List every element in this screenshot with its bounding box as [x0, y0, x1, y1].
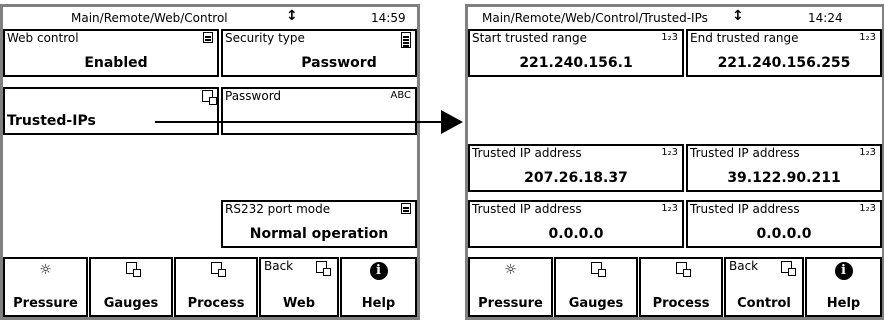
- button-label: Control: [737, 296, 791, 311]
- list-icon: [203, 32, 213, 46]
- process-button[interactable]: Process: [639, 257, 723, 317]
- field-label: Security type: [225, 31, 305, 45]
- back-label: Back: [264, 259, 294, 273]
- trusted-ip-address-field-3[interactable]: Trusted IP address 1₂3 0.0.0.0: [468, 200, 684, 248]
- field-value: Trusted-IPs: [7, 113, 96, 129]
- field-value: Enabled: [84, 55, 148, 71]
- breadcrumb: Main/Remote/Web/Control: [71, 11, 228, 25]
- trusted-ip-address-field-4[interactable]: Trusted IP address 1₂3 0.0.0.0: [686, 200, 882, 248]
- field-label: Trusted IP address: [690, 146, 800, 160]
- process-icon: [176, 262, 256, 278]
- list-icon: [401, 32, 411, 51]
- header-bar: Main/Remote/Web/Control/Trusted-IPs ↕ 14…: [468, 7, 882, 29]
- gauges-icon: [91, 262, 171, 278]
- field-value: 39.122.90.211: [727, 170, 841, 186]
- button-label: Pressure: [478, 296, 543, 311]
- process-icon: [641, 262, 721, 278]
- clock: 14:59: [371, 11, 406, 25]
- list-icon: [401, 203, 411, 217]
- gauges-button[interactable]: Gauges: [89, 257, 173, 317]
- web-control-screen: Main/Remote/Web/Control ↕ 14:59 Web cont…: [0, 4, 420, 320]
- field-value: 221.240.156.255: [717, 55, 851, 71]
- info-icon: i: [807, 262, 880, 280]
- back-control-button[interactable]: Back Control: [724, 257, 804, 317]
- trusted-ips-screen: Main/Remote/Web/Control/Trusted-IPs ↕ 14…: [465, 4, 884, 320]
- field-value: 207.26.18.37: [524, 170, 628, 186]
- numeric-input-icon: 1₂3: [859, 147, 876, 158]
- trusted-ips-field[interactable]: Trusted-IPs: [3, 87, 219, 135]
- field-value: Normal operation: [249, 226, 389, 242]
- button-label: Gauges: [568, 296, 624, 311]
- button-label: Web: [283, 296, 315, 311]
- button-label: Pressure: [13, 296, 78, 311]
- field-label: Trusted IP address: [472, 146, 582, 160]
- field-value: Password: [301, 55, 377, 71]
- rs232-port-mode-field[interactable]: RS232 port mode Normal operation: [221, 200, 417, 248]
- field-label: RS232 port mode: [225, 202, 331, 216]
- gauge-light-icon: ☼: [504, 262, 517, 278]
- submenu-icon: [202, 90, 217, 105]
- field-label: Start trusted range: [472, 31, 588, 45]
- help-button[interactable]: i Help: [340, 257, 417, 317]
- connector-line: [155, 121, 443, 123]
- security-type-field[interactable]: Security type Password: [221, 29, 417, 77]
- field-label: Trusted IP address: [690, 202, 800, 216]
- numeric-input-icon: 1₂3: [661, 203, 678, 214]
- start-trusted-range-field[interactable]: Start trusted range 1₂3 221.240.156.1: [468, 29, 684, 77]
- back-icon: [316, 261, 331, 277]
- numeric-input-icon: 1₂3: [661, 32, 678, 43]
- web-control-field[interactable]: Web control Enabled: [3, 29, 219, 77]
- field-value: 0.0.0.0: [756, 226, 812, 242]
- back-label: Back: [729, 259, 759, 273]
- numeric-input-icon: 1₂3: [859, 203, 876, 214]
- gauges-button[interactable]: Gauges: [554, 257, 638, 317]
- process-button[interactable]: Process: [174, 257, 258, 317]
- info-icon: i: [342, 262, 415, 280]
- scroll-arrow-icon: ↕: [732, 8, 744, 24]
- button-label: Process: [652, 296, 710, 311]
- text-input-icon: ABC: [390, 90, 411, 101]
- clock: 14:24: [808, 11, 843, 25]
- field-value: 221.240.156.1: [519, 55, 633, 71]
- gauges-icon: [556, 262, 636, 278]
- gauge-light-icon: ☼: [39, 262, 52, 278]
- pressure-button[interactable]: ☼ Pressure: [468, 257, 553, 317]
- header-bar: Main/Remote/Web/Control ↕ 14:59: [3, 7, 417, 29]
- scroll-arrow-icon: ↕: [286, 8, 298, 24]
- trusted-ip-address-field-1[interactable]: Trusted IP address 1₂3 207.26.18.37: [468, 144, 684, 192]
- help-button[interactable]: i Help: [805, 257, 882, 317]
- field-value: 0.0.0.0: [548, 226, 604, 242]
- pressure-button[interactable]: ☼ Pressure: [3, 257, 88, 317]
- field-label: Web control: [7, 31, 79, 45]
- button-label: Help: [361, 296, 396, 311]
- button-label: Help: [826, 296, 861, 311]
- password-field[interactable]: Password ABC: [221, 87, 417, 135]
- trusted-ip-address-field-2[interactable]: Trusted IP address 1₂3 39.122.90.211: [686, 144, 882, 192]
- button-label: Gauges: [103, 296, 159, 311]
- breadcrumb: Main/Remote/Web/Control/Trusted-IPs: [482, 11, 708, 25]
- button-label: Process: [187, 296, 245, 311]
- field-label: End trusted range: [690, 31, 799, 45]
- numeric-input-icon: 1₂3: [859, 32, 876, 43]
- field-label: Password: [225, 89, 282, 103]
- back-web-button[interactable]: Back Web: [259, 257, 339, 317]
- field-label: Trusted IP address: [472, 202, 582, 216]
- back-icon: [781, 261, 796, 277]
- numeric-input-icon: 1₂3: [661, 147, 678, 158]
- connector-arrowhead: [441, 110, 463, 134]
- end-trusted-range-field[interactable]: End trusted range 1₂3 221.240.156.255: [686, 29, 882, 77]
